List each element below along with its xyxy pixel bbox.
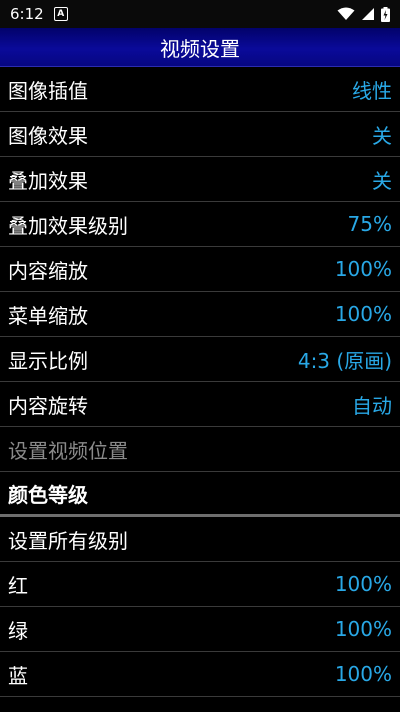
setting-value: 100% bbox=[334, 662, 392, 686]
setting-value: 75% bbox=[347, 212, 392, 236]
setting-value: 100% bbox=[334, 572, 392, 596]
setting-label: 叠加效果 bbox=[8, 168, 88, 193]
setting-blue-level[interactable]: 蓝 100% bbox=[0, 652, 400, 697]
setting-content-rotation[interactable]: 内容旋转 自动 bbox=[0, 382, 400, 427]
setting-menu-scale[interactable]: 菜单缩放 100% bbox=[0, 292, 400, 337]
setting-value: 100% bbox=[334, 617, 392, 641]
app-header: 视频设置 bbox=[0, 28, 400, 67]
setting-label: 菜单缩放 bbox=[8, 303, 88, 328]
setting-label: 红 bbox=[8, 573, 28, 598]
setting-label: 叠加效果级别 bbox=[8, 213, 128, 238]
setting-overlay-effect[interactable]: 叠加效果 关 bbox=[0, 157, 400, 202]
status-bar: 6:12 A bbox=[0, 0, 400, 28]
setting-value: 100% bbox=[334, 257, 392, 281]
status-right bbox=[337, 6, 390, 22]
setting-label: 内容旋转 bbox=[8, 393, 88, 418]
setting-value: 4:3 (原画) bbox=[297, 348, 392, 373]
setting-image-effect[interactable]: 图像效果 关 bbox=[0, 112, 400, 157]
setting-display-aspect-ratio[interactable]: 显示比例 4:3 (原画) bbox=[0, 337, 400, 382]
setting-content-scale[interactable]: 内容缩放 100% bbox=[0, 247, 400, 292]
setting-label: 设置视频位置 bbox=[8, 438, 128, 463]
setting-label: 图像插值 bbox=[8, 78, 88, 103]
setting-label: 显示比例 bbox=[8, 348, 88, 373]
section-title: 颜色等级 bbox=[8, 482, 88, 507]
setting-all-levels[interactable]: 设置所有级别 bbox=[0, 517, 400, 562]
status-left: 6:12 A bbox=[10, 5, 68, 23]
setting-value: 关 bbox=[372, 123, 392, 148]
setting-green-level[interactable]: 绿 100% bbox=[0, 607, 400, 652]
settings-list: 图像插值 线性 图像效果 关 叠加效果 关 叠加效果级别 75% 内容缩放 10… bbox=[0, 67, 400, 697]
setting-value: 关 bbox=[372, 168, 392, 193]
setting-video-position: 设置视频位置 bbox=[0, 427, 400, 472]
setting-label: 设置所有级别 bbox=[8, 528, 128, 553]
setting-label: 图像效果 bbox=[8, 123, 88, 148]
notification-a-icon: A bbox=[53, 7, 68, 21]
setting-label: 绿 bbox=[8, 618, 28, 643]
setting-value: 自动 bbox=[352, 393, 392, 418]
status-time: 6:12 bbox=[10, 5, 44, 23]
setting-label: 内容缩放 bbox=[8, 258, 88, 283]
setting-overlay-effect-level[interactable]: 叠加效果级别 75% bbox=[0, 202, 400, 247]
section-header-color-levels: 颜色等级 bbox=[0, 472, 400, 517]
signal-icon bbox=[362, 8, 374, 20]
wifi-icon bbox=[337, 7, 355, 20]
battery-icon bbox=[381, 6, 390, 22]
page-title: 视频设置 bbox=[160, 36, 240, 61]
setting-image-interpolation[interactable]: 图像插值 线性 bbox=[0, 67, 400, 112]
setting-red-level[interactable]: 红 100% bbox=[0, 562, 400, 607]
setting-value: 线性 bbox=[352, 78, 392, 103]
setting-value: 100% bbox=[334, 302, 392, 326]
setting-label: 蓝 bbox=[8, 663, 28, 688]
